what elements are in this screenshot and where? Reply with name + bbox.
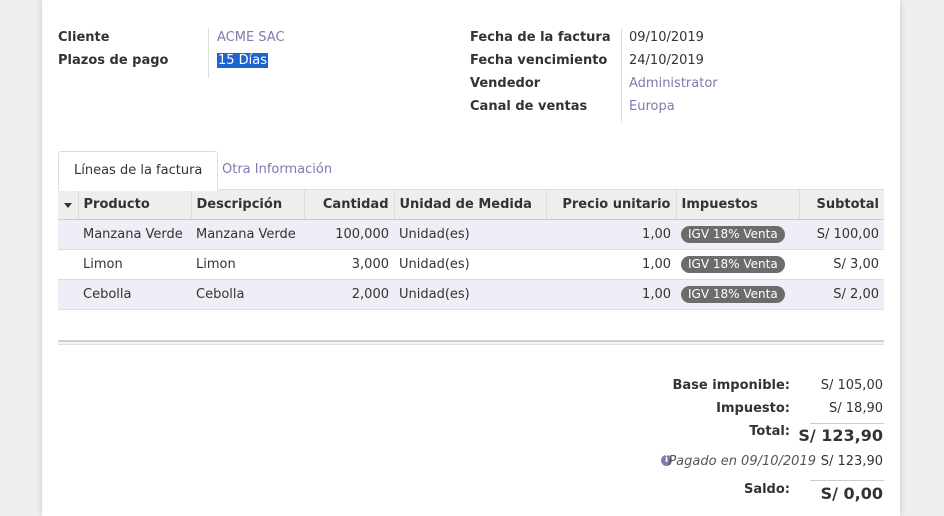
cell-precio: 1,00 (546, 279, 676, 310)
total-label: Total: (749, 424, 790, 439)
col-cantidad[interactable]: Cantidad (303, 190, 394, 220)
impuesto-value: S/ 18,90 (829, 401, 883, 416)
saldo-value: S/ 0,00 (820, 484, 883, 503)
sort-handle[interactable] (58, 190, 78, 220)
saldo-separator (810, 480, 884, 481)
cell-subtotal: S/ 3,00 (799, 249, 884, 280)
tax-badge: IGV 18% Venta (681, 226, 785, 243)
pagado-label: Pagado en 09/10/2019 (668, 454, 816, 469)
col-descripcion[interactable]: Descripción (190, 190, 304, 220)
vendedor-label: Vendedor (470, 76, 541, 91)
cell-precio: 1,00 (546, 249, 676, 280)
fecha-factura-value[interactable]: 09/10/2019 (629, 30, 704, 45)
vendedor-link[interactable]: Administrator (629, 76, 718, 91)
invoice-lines-table: Producto Descripción Cantidad Unidad de … (58, 190, 884, 310)
canal-label: Canal de ventas (470, 99, 588, 114)
table-row[interactable]: Cebolla Cebolla 2,000 Unidad(es) 1,00 IG… (58, 279, 884, 310)
table-footer-bar (58, 340, 884, 345)
tax-badge: IGV 18% Venta (681, 256, 785, 273)
cell-producto: Manzana Verde (78, 219, 191, 250)
field-separator (208, 28, 209, 78)
cliente-label: Cliente (58, 30, 110, 45)
cell-descripcion: Manzana Verde (191, 219, 304, 250)
col-producto[interactable]: Producto (77, 190, 191, 220)
cell-subtotal: S/ 100,00 (799, 219, 884, 250)
col-unidad[interactable]: Unidad de Medida (393, 190, 546, 220)
cell-unidad: Unidad(es) (394, 249, 546, 280)
table-header-row: Producto Descripción Cantidad Unidad de … (58, 190, 884, 220)
cell-impuestos: IGV 18% Venta (676, 279, 799, 310)
cliente-link[interactable]: ACME SAC (217, 30, 285, 45)
base-imponible-value: S/ 105,00 (820, 378, 883, 393)
table-row[interactable]: Manzana Verde Manzana Verde 100,000 Unid… (58, 219, 884, 250)
total-separator (810, 423, 884, 424)
cell-descripcion: Cebolla (191, 279, 304, 310)
tax-badge: IGV 18% Venta (681, 286, 785, 303)
col-impuestos[interactable]: Impuestos (675, 190, 799, 220)
cell-producto: Cebolla (78, 279, 191, 310)
cell-precio: 1,00 (546, 219, 676, 250)
table-row[interactable]: Limon Limon 3,000 Unidad(es) 1,00 IGV 18… (58, 249, 884, 280)
impuesto-label: Impuesto: (716, 401, 790, 416)
tab-otra-informacion[interactable]: Otra Información (207, 151, 347, 189)
plazos-label: Plazos de pago (58, 53, 169, 68)
cell-unidad: Unidad(es) (394, 279, 546, 310)
cell-producto: Limon (78, 249, 191, 280)
cell-descripcion: Limon (191, 249, 304, 280)
row-handle (58, 219, 78, 250)
canal-link[interactable]: Europa (629, 99, 675, 114)
col-precio[interactable]: Precio unitario (545, 190, 676, 220)
row-handle (58, 249, 78, 280)
tab-lineas-factura[interactable]: Líneas de la factura (58, 151, 219, 191)
base-imponible-label: Base imponible: (672, 378, 791, 393)
plazos-field[interactable]: 15 Días (217, 53, 269, 68)
cell-impuestos: IGV 18% Venta (676, 249, 799, 280)
pagado-value: S/ 123,90 (820, 454, 883, 469)
fecha-venc-value[interactable]: 24/10/2019 (629, 53, 704, 68)
fecha-factura-label: Fecha de la factura (470, 30, 611, 45)
cell-unidad: Unidad(es) (394, 219, 546, 250)
saldo-label: Saldo: (743, 482, 790, 497)
row-handle (58, 279, 78, 310)
cell-impuestos: IGV 18% Venta (676, 219, 799, 250)
cell-cantidad: 2,000 (304, 279, 394, 310)
fecha-venc-label: Fecha vencimiento (470, 53, 608, 68)
plazos-value: 15 Días (217, 53, 269, 68)
total-value: S/ 123,90 (798, 426, 883, 445)
col-subtotal[interactable]: Subtotal (798, 190, 884, 220)
cell-cantidad: 100,000 (304, 219, 394, 250)
field-separator (621, 28, 622, 122)
cell-cantidad: 3,000 (304, 249, 394, 280)
caret-down-icon (63, 203, 72, 208)
cell-subtotal: S/ 2,00 (799, 279, 884, 310)
